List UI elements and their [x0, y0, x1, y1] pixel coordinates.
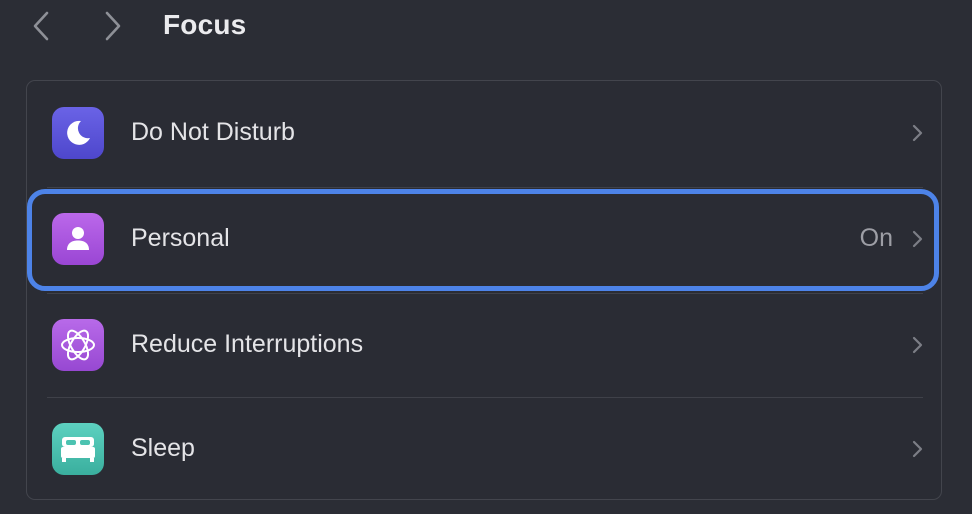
chevron-right-icon: [105, 11, 121, 41]
chevron-right-icon: [912, 230, 923, 248]
page-title: Focus: [163, 9, 247, 40]
focus-item-personal[interactable]: Personal On: [27, 187, 943, 293]
person-icon: [52, 213, 104, 265]
chevron-right-icon: [912, 124, 923, 142]
focus-item-label: Do Not Disturb: [131, 118, 295, 146]
focus-item-do-not-disturb[interactable]: Do Not Disturb: [27, 81, 943, 187]
chevron-right-icon: [912, 336, 923, 354]
moon-icon: [52, 107, 104, 159]
focus-item-reduce-interruptions[interactable]: Reduce Interruptions: [27, 293, 943, 399]
focus-item-label: Sleep: [131, 434, 195, 462]
focus-item-label: Reduce Interruptions: [131, 330, 364, 358]
forward-button[interactable]: [98, 8, 128, 44]
focus-item-status: On: [859, 224, 893, 252]
focus-settings-page: Focus Do Not Disturb Personal On Reduce …: [0, 0, 972, 514]
focus-item-sleep[interactable]: Sleep: [27, 397, 943, 503]
focus-item-label: Personal: [131, 224, 230, 252]
chevron-right-icon: [912, 440, 923, 458]
chevron-left-icon: [33, 11, 49, 41]
focus-list: Do Not Disturb Personal On Reduce Interr…: [26, 80, 942, 500]
toolbar: Focus: [0, 0, 972, 56]
back-button[interactable]: [26, 8, 56, 44]
atom-icon: [52, 319, 104, 371]
bed-icon: [52, 423, 104, 475]
